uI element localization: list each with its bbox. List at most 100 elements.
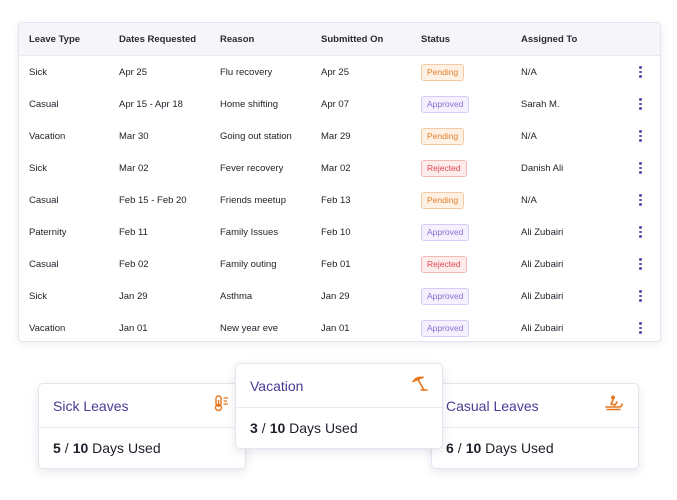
submitted-on-cell: Jan 29 [321, 290, 350, 302]
kebab-dot [639, 290, 642, 293]
kebab-dot [639, 75, 642, 78]
leave-type-cell: Vacation [29, 322, 66, 334]
more-options-icon[interactable] [639, 322, 642, 334]
assigned-to-cell: Sarah M. [521, 98, 560, 110]
leave-type-cell: Sick [29, 162, 47, 174]
kebab-dot [639, 226, 642, 229]
reason-cell: Flu recovery [220, 66, 273, 78]
thermometer-icon [213, 394, 231, 417]
kebab-dot [639, 235, 642, 238]
submitted-on-cell: Feb 13 [321, 194, 351, 206]
status-cell: Approved [421, 287, 521, 305]
kebab-dot [639, 98, 642, 101]
table-body: Sick Apr 25 Flu recovery Apr 25 Pending N/A Ca… [19, 56, 660, 341]
kebab-dot [639, 194, 642, 197]
dates-requested-cell: Apr 25 [119, 66, 147, 78]
leave-type-cell: Vacation [29, 130, 66, 142]
actions-cell [621, 322, 660, 334]
status-cell: Approved [421, 95, 521, 113]
more-options-icon[interactable] [639, 290, 642, 302]
status-badge: Approved [421, 319, 470, 337]
table-row: Paternity Feb 11 Family Issues Feb 10 Approv… [19, 216, 660, 248]
kebab-dot [639, 107, 642, 110]
leave-type-cell: Paternity [29, 226, 67, 238]
status-badge: Approved [421, 223, 470, 241]
submitted-on-cell: Jan 01 [321, 322, 350, 334]
assigned-to-cell: Ali Zubairi [521, 290, 564, 302]
table-header-row: Leave Type Dates Requested Reason Submit… [19, 23, 660, 56]
more-options-icon[interactable] [639, 66, 642, 78]
kebab-dot [639, 198, 642, 202]
more-options-icon[interactable] [639, 130, 642, 142]
kebab-dot [639, 130, 642, 133]
vacation-card: Vacation 3 / 10 Days Used [235, 363, 443, 449]
leave-requests-table: Leave Type Dates Requested Reason Submit… [18, 22, 661, 342]
leave-type-cell: Casual [29, 194, 59, 206]
table-row: Vacation Jan 01 New year eve Jan 01 Approved… [19, 312, 660, 341]
leave-type-cell: Sick [29, 66, 47, 78]
submitted-on-cell: Feb 10 [321, 226, 351, 238]
casual-leaves-card: Casual Leaves 6 / 10 Days Used [431, 383, 639, 469]
submitted-on-cell: Mar 02 [321, 162, 351, 174]
kebab-dot [639, 139, 642, 142]
reason-cell: Going out station [220, 130, 292, 142]
status-badge: Approved [421, 287, 470, 305]
kebab-dot [639, 134, 642, 138]
sick-leaves-card: Sick Leaves 5 / 10 Days Used [38, 383, 246, 469]
assigned-to-cell: N/A [521, 66, 537, 78]
submitted-on-cell: Apr 07 [321, 98, 349, 110]
more-options-icon[interactable] [639, 162, 642, 174]
card-header: Sick Leaves [39, 384, 245, 428]
kebab-dot [639, 230, 642, 234]
kebab-dot [639, 258, 642, 261]
assigned-to-cell: Ali Zubairi [521, 258, 564, 270]
status-cell: Approved [421, 223, 521, 241]
assigned-to-cell: N/A [521, 130, 537, 142]
status-badge: Pending [421, 127, 465, 145]
kebab-dot [639, 299, 642, 302]
actions-cell [621, 130, 660, 142]
usage-suffix: Days Used [485, 440, 554, 456]
more-options-icon[interactable] [639, 194, 642, 206]
table-row: Vacation Mar 30 Going out station Mar 29 Pen… [19, 120, 660, 152]
reason-cell: Family Issues [220, 226, 279, 238]
dates-requested-cell: Apr 15 - Apr 18 [119, 98, 183, 110]
actions-cell [621, 290, 660, 302]
kebab-dot [639, 166, 642, 170]
table-row: Sick Apr 25 Flu recovery Apr 25 Pending N/A [19, 56, 660, 88]
table-row: Sick Jan 29 Asthma Jan 29 Approved Ali Zubair… [19, 280, 660, 312]
more-options-icon[interactable] [639, 98, 642, 110]
days-used-count: 3 [250, 420, 258, 436]
header-dates-requested: Dates Requested [119, 33, 197, 45]
assigned-to-cell: N/A [521, 194, 537, 206]
reason-cell: Fever recovery [220, 162, 284, 174]
assigned-to-cell: Danish Ali [521, 162, 564, 174]
table-row: Sick Mar 02 Fever recovery Mar 02 Rejected Da… [19, 152, 660, 184]
more-options-icon[interactable] [639, 258, 642, 270]
usage-separator: / [457, 440, 462, 456]
leave-type-cell: Casual [29, 258, 59, 270]
kebab-dot [639, 70, 642, 74]
dates-requested-cell: Feb 11 [119, 226, 148, 238]
table-row: Casual Apr 15 - Apr 18 Home shifting Apr 07… [19, 88, 660, 120]
card-header: Casual Leaves [432, 384, 638, 428]
header-assigned-to: Assigned To [521, 33, 578, 45]
days-used-count: 6 [446, 440, 454, 456]
actions-cell [621, 226, 660, 238]
kebab-dot [639, 66, 642, 69]
usage-separator: / [261, 420, 266, 436]
card-title: Casual Leaves [446, 397, 539, 414]
card-usage: 3 / 10 Days Used [236, 408, 442, 448]
status-badge: Pending [421, 191, 465, 209]
kebab-dot [639, 203, 642, 206]
actions-cell [621, 258, 660, 270]
actions-cell [621, 162, 660, 174]
dates-requested-cell: Mar 30 [119, 130, 149, 142]
days-total-count: 10 [269, 420, 286, 436]
card-usage: 5 / 10 Days Used [39, 428, 245, 468]
more-options-icon[interactable] [639, 226, 642, 238]
header-submitted-on: Submitted On [321, 33, 384, 45]
status-badge: Pending [421, 63, 465, 81]
submitted-on-cell: Mar 29 [321, 130, 351, 142]
reason-cell: Family outing [220, 258, 277, 270]
